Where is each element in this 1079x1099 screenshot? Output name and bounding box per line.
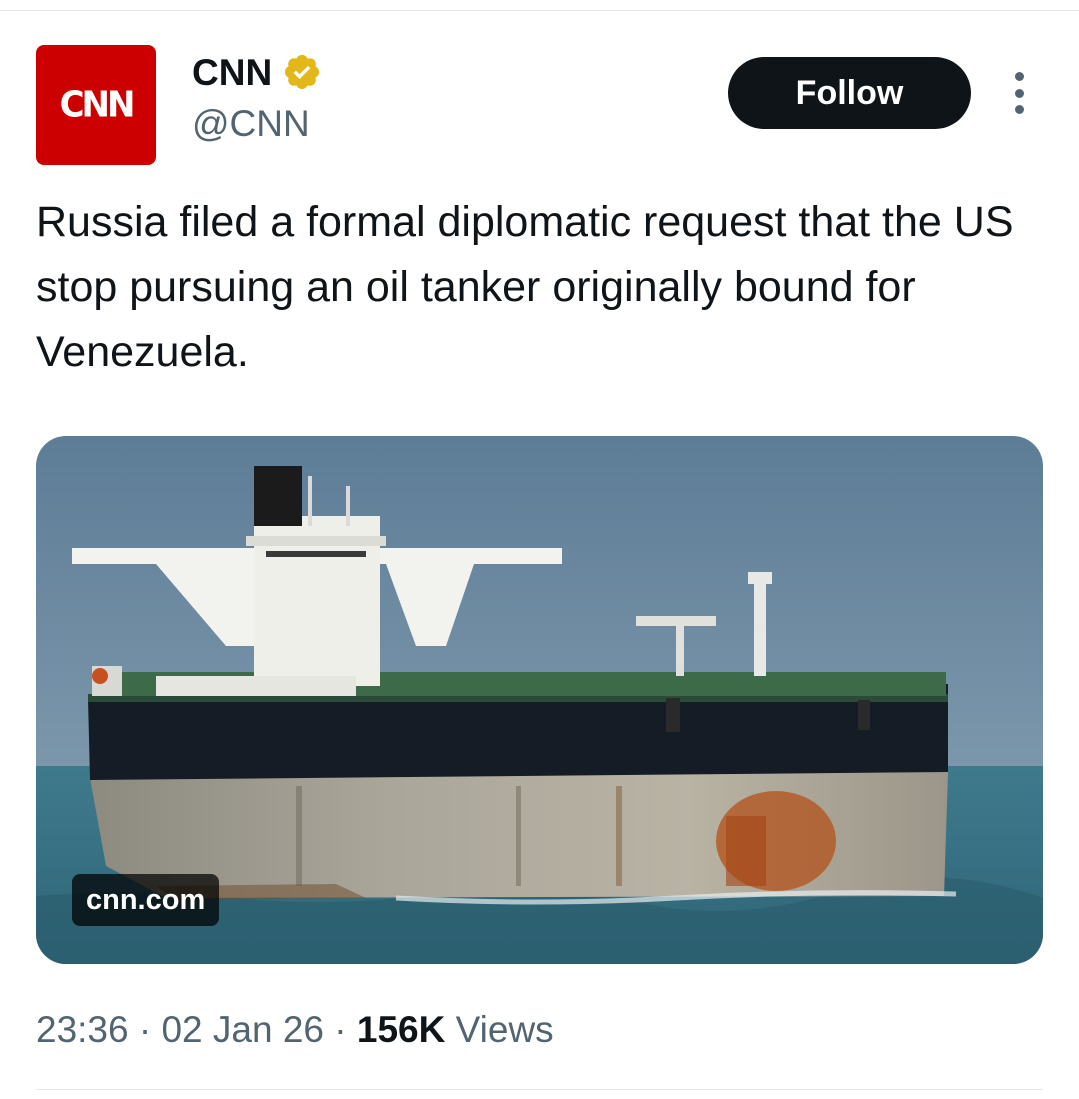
- tweet-media-card[interactable]: cnn.com: [36, 436, 1043, 964]
- meta-separator-2: ·: [334, 1009, 347, 1050]
- tweet-metadata: 23:36 · 02 Jan 26 · 156K Views: [36, 1008, 554, 1052]
- cnn-avatar[interactable]: CNN: [36, 45, 156, 165]
- tweet-time[interactable]: 23:36: [36, 1009, 129, 1050]
- tweet-date[interactable]: 02 Jan 26: [161, 1009, 324, 1050]
- views-count[interactable]: 156K: [357, 1009, 445, 1050]
- author-name-row: CNN: [192, 52, 322, 92]
- top-divider: [0, 0, 1079, 11]
- tweet-text: Russia filed a formal diplomatic request…: [36, 198, 1014, 376]
- display-name[interactable]: CNN: [192, 54, 272, 91]
- author-handle[interactable]: @CNN: [192, 103, 310, 145]
- bottom-divider: [36, 1089, 1043, 1090]
- avatar-logo-text: CNN: [59, 84, 136, 126]
- verified-badge-icon: [285, 54, 320, 90]
- more-options-icon[interactable]: [1005, 72, 1033, 114]
- follow-button[interactable]: Follow: [728, 57, 971, 129]
- meta-separator: ·: [138, 1009, 152, 1050]
- views-label: Views: [455, 1009, 554, 1050]
- source-link-label[interactable]: cnn.com: [72, 874, 220, 926]
